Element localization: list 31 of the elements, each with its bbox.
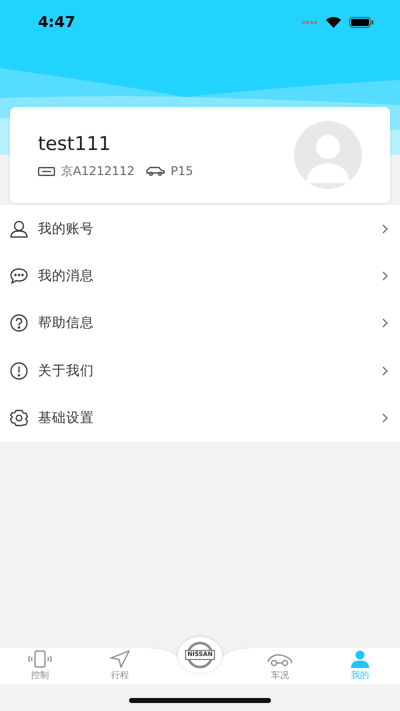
settings-icon	[10, 409, 28, 428]
tab-button[interactable]: 行程	[80, 648, 160, 684]
info-icon	[10, 362, 28, 380]
tab-button[interactable]: 车况	[240, 648, 320, 684]
car-icon	[267, 652, 293, 668]
car-icon	[146, 166, 165, 176]
signal-icon	[302, 20, 318, 24]
chevron-icon	[382, 413, 388, 424]
chevron-icon	[382, 224, 388, 234]
chevron-icon	[382, 366, 388, 376]
wifi-icon	[326, 16, 341, 28]
username: test111	[38, 132, 112, 157]
menu-item[interactable]: 帮助信息	[0, 300, 400, 348]
speech-bubble-icon	[10, 267, 28, 286]
help-icon	[10, 314, 28, 332]
tab-button[interactable]: 控制	[0, 648, 80, 684]
plate-number: 京A1212112	[61, 163, 135, 180]
menu-item[interactable]: 我的账号	[0, 205, 400, 252]
person-icon	[351, 650, 369, 668]
person-icon	[10, 220, 28, 238]
chevron-icon	[382, 318, 388, 328]
chevron-icon	[382, 271, 388, 282]
car-model: P15	[170, 163, 194, 180]
menu-item[interactable]: 关于我们	[0, 347, 400, 395]
navigation-icon	[110, 650, 130, 668]
battery-icon	[349, 16, 374, 28]
status-time: 4:47	[38, 12, 76, 33]
menu-item[interactable]: 我的消息	[0, 252, 400, 300]
menu-item[interactable]: 基础设置	[0, 394, 400, 442]
phone-icon	[28, 650, 52, 668]
license-plate-icon	[38, 166, 55, 176]
